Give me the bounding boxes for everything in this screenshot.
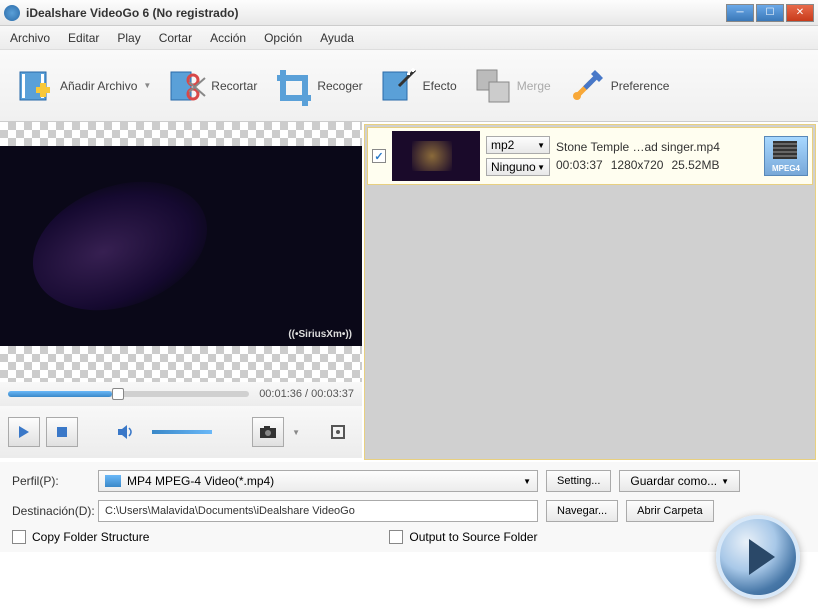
watermark-text: ((•SiriusXm•)) (288, 329, 352, 340)
destination-input[interactable]: C:\Users\Malavida\Documents\iDealshare V… (98, 500, 538, 522)
effect-button[interactable]: Efecto (371, 62, 465, 110)
merge-button[interactable]: Merge (465, 62, 559, 110)
destination-label: Destinación(D): (12, 504, 90, 518)
menu-accion[interactable]: Acción (210, 31, 246, 45)
video-preview[interactable]: ((•SiriusXm•)) (0, 146, 362, 346)
menu-cortar[interactable]: Cortar (159, 31, 192, 45)
close-button[interactable]: ✕ (786, 4, 814, 22)
seek-slider[interactable] (8, 391, 249, 397)
chevron-down-icon[interactable]: ▼ (292, 428, 300, 437)
tools-icon (567, 66, 607, 106)
item-size: 25.52MB (671, 158, 719, 172)
copy-folder-label: Copy Folder Structure (32, 530, 149, 544)
window-title: iDealshare VideoGo 6 (No registrado) (26, 6, 726, 20)
timecode: 00:01:36 / 00:03:37 (259, 388, 354, 400)
stop-button[interactable] (46, 417, 78, 447)
file-list: ✓ mp2▼ Ninguno▼ Stone Temple …ad singer.… (364, 124, 816, 460)
menubar: Archivo Editar Play Cortar Acción Opción… (0, 26, 818, 50)
profile-select[interactable]: MP4 MPEG-4 Video(*.mp4) ▼ (98, 470, 538, 492)
trim-label: Recortar (211, 79, 257, 93)
menu-ayuda[interactable]: Ayuda (320, 31, 354, 45)
checker-top (0, 122, 362, 146)
convert-button[interactable] (716, 515, 800, 599)
toolbar: Añadir Archivo ▼ Recortar Recoger Efecto… (0, 50, 818, 122)
item-resolution: 1280x720 (611, 158, 664, 172)
item-thumbnail (392, 131, 480, 181)
chevron-down-icon: ▼ (143, 81, 151, 90)
crop-icon (273, 66, 313, 106)
browse-button[interactable]: Navegar... (546, 500, 618, 522)
menu-play[interactable]: Play (117, 31, 140, 45)
profile-label: Perfil(P): (12, 474, 90, 488)
open-folder-button[interactable]: Abrir Carpeta (626, 500, 713, 522)
setting-button[interactable]: Setting... (546, 470, 611, 492)
copy-folder-checkbox[interactable] (12, 530, 26, 544)
snapshot-button[interactable] (252, 417, 284, 447)
play-button[interactable] (8, 417, 40, 447)
add-file-label: Añadir Archivo (60, 79, 137, 93)
add-file-button[interactable]: Añadir Archivo ▼ (8, 62, 159, 110)
merge-icon (473, 66, 513, 106)
subtitle-select[interactable]: Ninguno▼ (486, 158, 550, 176)
volume-slider[interactable] (152, 430, 212, 434)
preference-label: Preference (611, 79, 670, 93)
crop-label: Recoger (317, 79, 362, 93)
titlebar: iDealshare VideoGo 6 (No registrado) ─ ☐… (0, 0, 818, 26)
format-badge-icon: MPEG4 (764, 136, 808, 176)
minimize-button[interactable]: ─ (726, 4, 754, 22)
preference-button[interactable]: Preference (559, 62, 678, 110)
checker-bottom (0, 346, 362, 382)
merge-label: Merge (517, 79, 551, 93)
maximize-button[interactable]: ☐ (756, 4, 784, 22)
wand-icon (379, 66, 419, 106)
save-as-button[interactable]: Guardar como...▼ (619, 470, 740, 492)
crop-button[interactable]: Recoger (265, 62, 370, 110)
menu-opcion[interactable]: Opción (264, 31, 302, 45)
effect-label: Efecto (423, 79, 457, 93)
menu-archivo[interactable]: Archivo (10, 31, 50, 45)
list-item[interactable]: ✓ mp2▼ Ninguno▼ Stone Temple …ad singer.… (367, 127, 813, 185)
fullscreen-button[interactable] (322, 417, 354, 447)
item-checkbox[interactable]: ✓ (372, 149, 386, 163)
item-filename: Stone Temple …ad singer.mp4 (556, 140, 720, 154)
bottom-panel: Perfil(P): MP4 MPEG-4 Video(*.mp4) ▼ Set… (0, 462, 818, 552)
volume-button[interactable] (110, 417, 142, 447)
preview-pane: ((•SiriusXm•)) 00:01:36 / 00:03:37 ▼ (0, 122, 362, 462)
mp4-icon (105, 475, 121, 487)
format-select[interactable]: mp2▼ (486, 136, 550, 154)
scissors-icon (167, 66, 207, 106)
output-source-label: Output to Source Folder (409, 530, 537, 544)
item-duration: 00:03:37 (556, 158, 603, 172)
output-source-checkbox[interactable] (389, 530, 403, 544)
app-icon (4, 5, 20, 21)
trim-button[interactable]: Recortar (159, 62, 265, 110)
film-plus-icon (16, 66, 56, 106)
menu-editar[interactable]: Editar (68, 31, 99, 45)
